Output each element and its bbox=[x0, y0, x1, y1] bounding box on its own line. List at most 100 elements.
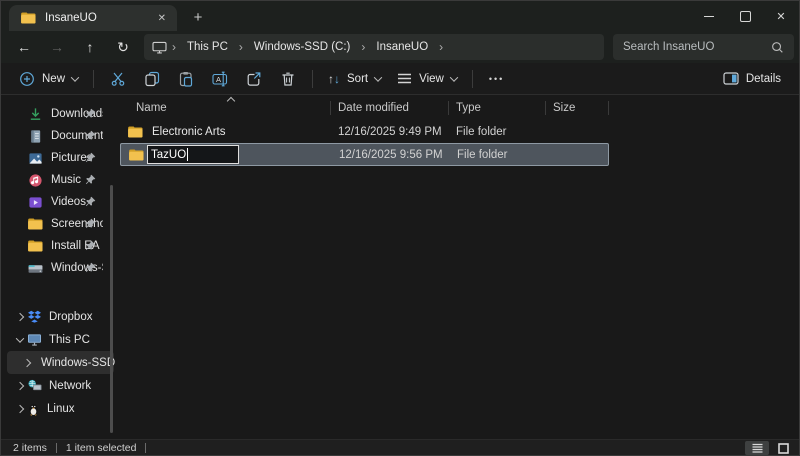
breadcrumb-separator: › bbox=[434, 40, 448, 54]
search-icon bbox=[771, 41, 784, 54]
copy-button[interactable] bbox=[135, 66, 169, 92]
details-label: Details bbox=[746, 73, 781, 85]
details-pane-icon bbox=[723, 71, 739, 86]
chevron-right-icon[interactable] bbox=[16, 381, 24, 389]
minimize-button[interactable] bbox=[691, 1, 727, 31]
ellipsis-icon: ••• bbox=[489, 74, 504, 84]
close-button[interactable]: ✕ bbox=[763, 1, 799, 31]
chevron-right-icon[interactable] bbox=[16, 404, 24, 412]
pin-icon[interactable] bbox=[85, 174, 96, 185]
breadcrumb-separator: › bbox=[234, 40, 248, 54]
file-row-electronic-arts[interactable]: Electronic Arts 12/16/2025 9:49 PM File … bbox=[120, 120, 609, 143]
sort-icon: ↑↓ bbox=[328, 72, 340, 86]
sort-button[interactable]: ↑↓ Sort bbox=[320, 67, 389, 91]
sidebar-item-linux[interactable]: Linux bbox=[7, 397, 114, 420]
details-pane-button[interactable]: Details bbox=[715, 66, 789, 91]
file-name-cell: TazUO bbox=[121, 145, 331, 164]
view-button[interactable]: View bbox=[389, 67, 465, 90]
sidebar-item-documents[interactable]: Documents bbox=[1, 125, 120, 147]
pin-icon[interactable] bbox=[85, 108, 96, 119]
column-divider[interactable] bbox=[448, 101, 449, 115]
explorer-tab[interactable]: InsaneUO ✕ bbox=[9, 5, 177, 31]
column-divider[interactable] bbox=[545, 101, 546, 115]
sidebar-scrollbar[interactable] bbox=[110, 185, 113, 433]
breadcrumb-insaneuo[interactable]: InsaneUO bbox=[370, 39, 434, 55]
pin-icon[interactable] bbox=[85, 130, 96, 141]
sidebar-item-downloads[interactable]: Downloads bbox=[1, 103, 120, 125]
svg-text:A: A bbox=[216, 75, 221, 84]
chevron-right-icon[interactable] bbox=[23, 358, 31, 366]
sidebar-item-windows-ssd-pinned[interactable]: Windows-SSI bbox=[1, 257, 120, 279]
selection-count: 1 item selected bbox=[66, 442, 137, 454]
file-list-pane: Name Date modified Type Size Electronic … bbox=[120, 95, 799, 439]
details-view-icon bbox=[752, 443, 763, 453]
this-pc-icon bbox=[27, 333, 42, 346]
main-area: Downloads Documents bbox=[1, 95, 799, 439]
toolbar-divider bbox=[312, 70, 313, 88]
forward-button[interactable]: → bbox=[44, 34, 70, 60]
item-count: 2 items bbox=[13, 442, 47, 454]
sidebar-item-windows-ssd[interactable]: Windows-SSD bbox=[7, 351, 114, 374]
search-input[interactable]: Search InsaneUO bbox=[613, 34, 794, 60]
column-divider[interactable] bbox=[608, 101, 609, 115]
sidebar-item-videos[interactable]: Videos bbox=[1, 191, 120, 213]
column-header-name[interactable]: Name bbox=[120, 102, 330, 114]
chevron-down-icon bbox=[374, 73, 382, 81]
rename-text: TazUO bbox=[151, 149, 186, 161]
view-list-icon bbox=[397, 72, 412, 85]
trash-icon bbox=[280, 71, 296, 87]
new-button[interactable]: New bbox=[11, 66, 86, 92]
breadcrumb-windows-ssd[interactable]: Windows-SSD (C:) bbox=[248, 39, 356, 55]
pin-icon[interactable] bbox=[85, 262, 96, 273]
sidebar-item-install-ea[interactable]: Install EA bbox=[1, 235, 120, 257]
sidebar-item-pictures[interactable]: Pictures bbox=[1, 147, 120, 169]
column-divider[interactable] bbox=[330, 101, 331, 115]
more-options-button[interactable]: ••• bbox=[480, 69, 513, 89]
toolbar-divider bbox=[472, 70, 473, 88]
titlebar: InsaneUO ✕ + ✕ bbox=[1, 1, 799, 31]
cut-icon bbox=[110, 71, 126, 87]
pin-icon[interactable] bbox=[85, 196, 96, 207]
cut-button[interactable] bbox=[101, 66, 135, 92]
column-header-size[interactable]: Size bbox=[545, 102, 608, 114]
chevron-right-icon[interactable] bbox=[16, 312, 24, 320]
share-button[interactable] bbox=[237, 66, 271, 92]
sidebar-item-network[interactable]: Network bbox=[7, 374, 114, 397]
maximize-button[interactable] bbox=[727, 1, 763, 31]
paste-button[interactable] bbox=[169, 66, 203, 92]
column-headers: Name Date modified Type Size bbox=[120, 95, 799, 120]
large-icons-view-icon bbox=[778, 443, 789, 454]
sort-label: Sort bbox=[347, 73, 368, 85]
status-divider bbox=[145, 443, 146, 453]
music-icon bbox=[28, 173, 43, 188]
large-icons-view-button[interactable] bbox=[771, 441, 795, 455]
sidebar-item-screenshots[interactable]: Screenshots bbox=[1, 213, 120, 235]
up-button[interactable]: ↑ bbox=[77, 34, 103, 60]
breadcrumb-this-pc[interactable]: This PC bbox=[181, 39, 234, 55]
sidebar-tree: Dropbox This PC bbox=[1, 305, 120, 420]
rename-input[interactable]: TazUO bbox=[147, 145, 239, 164]
folder-icon bbox=[128, 126, 143, 138]
sidebar-item-dropbox[interactable]: Dropbox bbox=[7, 305, 114, 328]
view-label: View bbox=[419, 73, 444, 85]
view-toggles bbox=[743, 440, 795, 456]
file-row-tazuo[interactable]: TazUO 12/16/2025 9:56 PM File folder bbox=[120, 143, 609, 166]
tab-close-icon[interactable]: ✕ bbox=[153, 11, 171, 26]
pin-icon[interactable] bbox=[85, 240, 96, 251]
minimize-icon bbox=[704, 16, 714, 17]
rename-button[interactable]: A bbox=[203, 66, 237, 92]
delete-button[interactable] bbox=[271, 66, 305, 92]
new-tab-button[interactable]: + bbox=[187, 6, 209, 28]
chevron-down-icon[interactable] bbox=[16, 334, 24, 342]
column-header-date-modified[interactable]: Date modified bbox=[330, 102, 448, 114]
sidebar-item-music[interactable]: Music bbox=[1, 169, 120, 191]
refresh-button[interactable]: ↻ bbox=[110, 34, 136, 60]
column-header-type[interactable]: Type bbox=[448, 102, 545, 114]
pin-icon[interactable] bbox=[85, 218, 96, 229]
back-button[interactable]: ← bbox=[11, 34, 37, 60]
details-view-button[interactable] bbox=[745, 441, 769, 455]
sidebar-item-this-pc[interactable]: This PC bbox=[7, 328, 114, 351]
pin-icon[interactable] bbox=[85, 152, 96, 163]
address-bar[interactable]: › This PC › Windows-SSD (C:) › InsaneUO … bbox=[144, 34, 604, 60]
videos-icon bbox=[28, 195, 43, 210]
